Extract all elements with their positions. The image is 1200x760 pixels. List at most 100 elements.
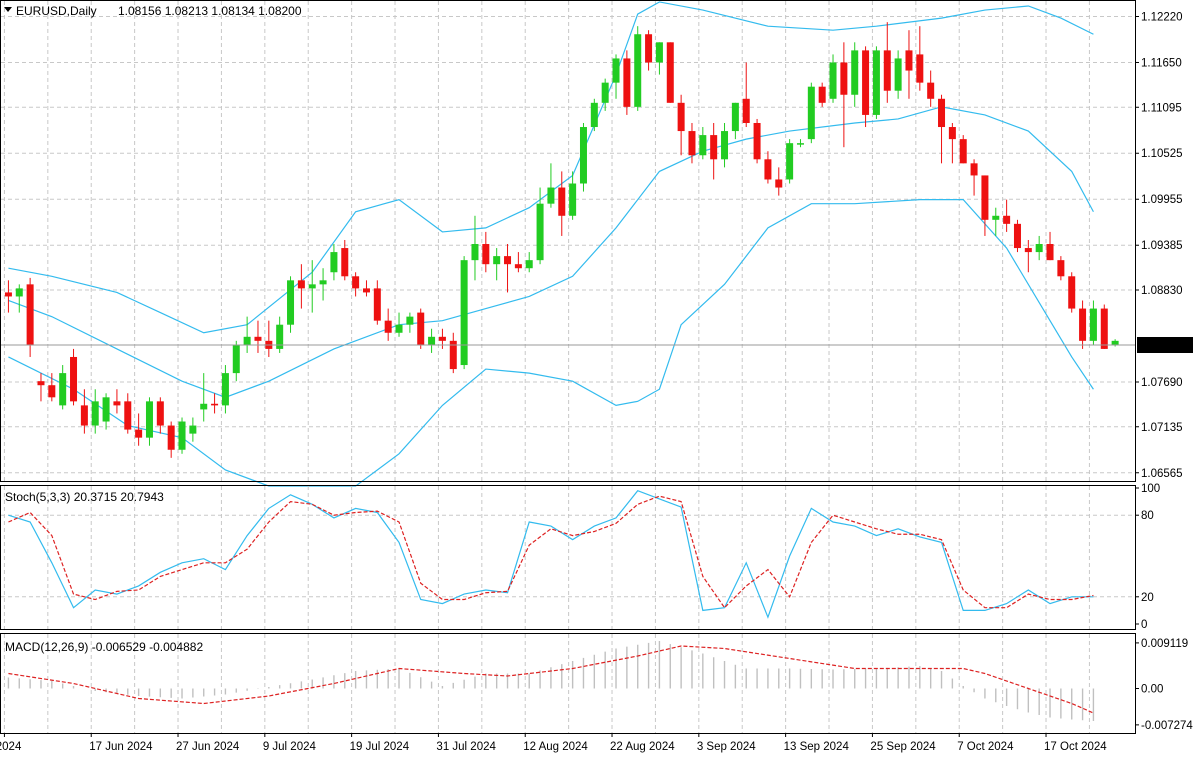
- price-tick-label: 1.10525: [1141, 148, 1183, 160]
- candle: [37, 373, 45, 402]
- candle: [178, 417, 186, 454]
- candle-body: [1035, 244, 1043, 253]
- candle-body: [243, 336, 251, 345]
- candle: [135, 413, 143, 446]
- price-tick-label: 1.09955: [1141, 194, 1183, 206]
- time-tick-label: 12 Aug 2024: [523, 741, 588, 753]
- candle: [70, 348, 78, 406]
- current-price-tag: 1.08200: [1137, 337, 1193, 353]
- candle: [373, 280, 381, 325]
- candle-body: [167, 425, 175, 450]
- macd-axis: 0.009119 0.00 -0.007274: [1135, 638, 1193, 732]
- price-tick-label: 1.07135: [1141, 422, 1183, 434]
- candle: [395, 312, 403, 337]
- candle: [1057, 256, 1065, 281]
- candle: [438, 328, 446, 349]
- candle-body: [70, 356, 78, 402]
- price-tick-label: 1.11095: [1141, 102, 1182, 114]
- candle-body: [1111, 340, 1119, 345]
- candle-body: [753, 122, 761, 160]
- candle: [666, 42, 674, 103]
- candle-body: [417, 312, 425, 345]
- candle-body: [927, 82, 935, 99]
- candle-body: [612, 58, 620, 83]
- symbol-label: EURUSD,Daily: [16, 4, 97, 18]
- candle-body: [221, 373, 229, 406]
- candle: [276, 316, 284, 353]
- candle-body: [504, 256, 512, 265]
- price-tick-label: 1.08830: [1141, 285, 1183, 297]
- candle-body: [851, 50, 859, 95]
- stoch-panel-frame: [0, 485, 1136, 630]
- candle: [297, 264, 305, 309]
- candle: [417, 308, 425, 349]
- candle-body: [91, 401, 99, 426]
- candle-body: [569, 183, 577, 216]
- candle: [514, 252, 522, 273]
- candle: [699, 127, 707, 160]
- candle-body: [699, 135, 707, 156]
- main-panel-frame: [0, 0, 1136, 482]
- candle: [102, 393, 110, 430]
- candle-body: [145, 401, 153, 438]
- time-axis: 5 Jun 2024 17 Jun 2024 27 Jun 2024 9 Jul 20…: [0, 733, 1107, 753]
- candle: [4, 280, 12, 313]
- candle: [156, 397, 164, 434]
- candle: [753, 118, 761, 164]
- candle: [786, 139, 794, 184]
- candle-body: [590, 102, 598, 128]
- time-tick-label: 17 Jun 2024: [89, 741, 153, 753]
- candle-body: [807, 86, 815, 140]
- candle-body: [1068, 276, 1076, 309]
- candle: [113, 389, 121, 414]
- candle-body: [352, 276, 360, 289]
- ohlc-readout: 1.08156 1.08213 1.08134 1.08200: [118, 4, 302, 18]
- candle-body: [579, 127, 587, 184]
- stoch-axis: 100 80 20 0: [1135, 483, 1160, 631]
- stochastic-lines: [8, 490, 1094, 619]
- macd-tick-label: 0.009119: [1141, 638, 1188, 650]
- candle: [872, 46, 880, 119]
- candle-body: [15, 288, 23, 297]
- candle-body: [938, 98, 946, 128]
- time-tick-label: 22 Aug 2024: [610, 741, 675, 753]
- trading-chart[interactable]: 1.12220 1.11650 1.11095 1.10525 1.09955 1.093…: [0, 0, 1200, 760]
- candle: [634, 26, 642, 111]
- candle: [807, 82, 815, 144]
- main-gridlines: [1, 1, 1135, 481]
- candle: [851, 42, 859, 107]
- price-tick-label: 1.09385: [1141, 240, 1183, 252]
- candle: [721, 122, 729, 168]
- candle-body: [742, 98, 750, 123]
- candle-body: [655, 42, 663, 63]
- candle-body: [677, 102, 685, 132]
- candle-body: [840, 62, 848, 95]
- candle: [927, 70, 935, 107]
- price-tick-label: 1.06565: [1141, 468, 1183, 480]
- candle: [840, 42, 848, 148]
- time-tick-label: 31 Jul 2024: [436, 741, 496, 753]
- symbol-dropdown-icon[interactable]: [4, 7, 12, 12]
- candle-body: [862, 50, 870, 115]
- candle-body: [872, 50, 880, 115]
- stoch-signal-line: [8, 495, 1094, 609]
- candle: [525, 252, 533, 273]
- candle: [167, 421, 175, 458]
- candle-body: [1100, 308, 1108, 349]
- candle-body: [786, 143, 794, 180]
- candle-body: [1089, 308, 1097, 341]
- stoch-tick-label: 80: [1141, 510, 1154, 522]
- time-tick-label: 13 Sep 2024: [784, 741, 850, 753]
- candle: [677, 94, 685, 156]
- candle: [1068, 272, 1076, 313]
- candle-body: [623, 58, 631, 107]
- stoch-gridlines: [1, 486, 1135, 629]
- candle: [590, 98, 598, 132]
- candle: [1046, 231, 1054, 261]
- candle: [145, 397, 153, 446]
- candle-body: [406, 316, 414, 325]
- candle-body: [308, 284, 316, 289]
- candle-body: [894, 58, 902, 91]
- bollinger-mid-line: [8, 106, 1094, 398]
- candle: [775, 167, 783, 196]
